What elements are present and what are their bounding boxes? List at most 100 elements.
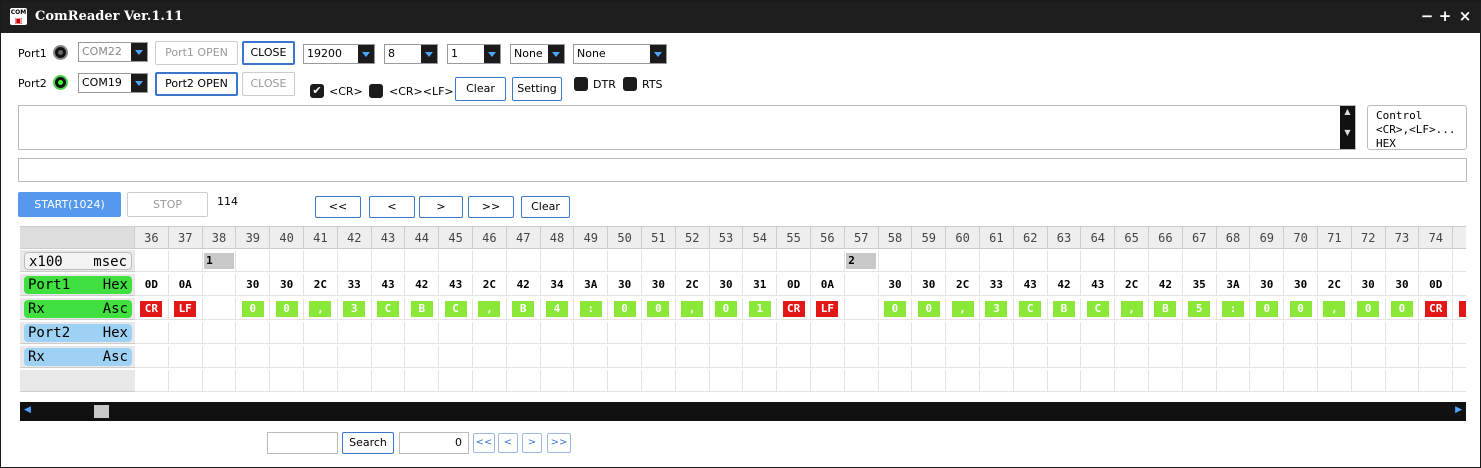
grid-cell[interactable] [1284,370,1318,392]
grid-cell[interactable] [709,250,744,272]
grid-cell[interactable] [506,346,541,368]
grid-cell[interactable] [1351,370,1386,392]
grid-cell[interactable]: B [405,298,440,320]
grid-cell[interactable]: B [1047,298,1082,320]
grid-cell[interactable] [743,250,778,272]
grid-cell[interactable]: 3A [1216,274,1251,296]
grid-cell[interactable] [1013,370,1048,392]
control-chars-button[interactable]: Control <CR>,<LF>... HEX [1367,105,1467,150]
grid-cell[interactable] [1182,370,1217,392]
grid-cell[interactable] [608,346,642,368]
grid-cell[interactable] [371,346,406,368]
status-field[interactable] [18,158,1467,182]
grid-cell[interactable] [473,322,507,344]
scroll-left-icon[interactable]: ◀ [24,405,31,415]
grid-cell[interactable] [743,322,778,344]
search-prev-button[interactable]: < [498,433,518,453]
grid-cell[interactable] [1149,346,1183,368]
grid-cell[interactable] [811,322,845,344]
grid-cell[interactable]: 30 [270,274,304,296]
grid-cell[interactable] [1013,346,1048,368]
grid-cell[interactable] [304,322,338,344]
grid-cell[interactable]: 1 [743,298,778,320]
grid-cell[interactable]: 43 [1081,274,1116,296]
grid-cell[interactable]: 42 [506,274,541,296]
grid-cell[interactable]: 0 [270,298,304,320]
grid-cell[interactable]: 2 [844,250,879,272]
stop-button[interactable]: STOP [127,192,208,217]
scroll-right-icon[interactable]: ▶ [1455,405,1462,415]
grid-cell[interactable] [1182,322,1217,344]
grid-cell[interactable] [1216,346,1251,368]
grid-cell[interactable]: 4 [540,298,575,320]
grid-cell[interactable] [337,250,372,272]
grid-cell[interactable] [574,322,609,344]
grid-cell[interactable] [946,250,980,272]
grid-cell[interactable] [236,250,271,272]
grid-cell[interactable] [946,370,980,392]
grid-cell[interactable] [439,370,473,392]
grid-cell[interactable]: LF [811,298,845,320]
grid-cell[interactable] [1081,322,1116,344]
grid-cell[interactable] [1385,322,1420,344]
grid-cell[interactable]: 30 [709,274,744,296]
grid-cell[interactable] [473,250,507,272]
grid-cell[interactable]: 5 [1182,298,1217,320]
grid-cell[interactable]: , [304,298,338,320]
grid-cell[interactable]: 35 [1182,274,1217,296]
grid-cell[interactable]: 42 [1047,274,1082,296]
grid-cell[interactable] [1216,322,1251,344]
grid-cell[interactable]: B [506,298,541,320]
grid-cell[interactable] [168,250,203,272]
grid-cell[interactable] [1419,322,1454,344]
search-last-button[interactable]: >> [547,433,571,453]
grid-cell[interactable] [1318,346,1352,368]
port2-open-button[interactable]: Port2 OPEN [155,72,238,96]
grid-cell[interactable] [1115,370,1149,392]
grid-cell[interactable] [743,370,778,392]
grid-cell[interactable]: 2C [1115,274,1149,296]
grid-cell[interactable] [844,322,879,344]
grid-cell[interactable]: 30 [608,274,642,296]
grid-cell[interactable] [811,250,845,272]
grid-cell[interactable] [473,346,507,368]
grid-cell[interactable] [912,322,947,344]
grid-cell[interactable]: 1 [202,250,237,272]
grid-cell[interactable]: 3 [980,298,1014,320]
grid-cell[interactable] [1047,370,1082,392]
grid-cell[interactable] [371,322,406,344]
grid-cell[interactable] [946,322,980,344]
grid-cell[interactable] [878,370,913,392]
grid-cell[interactable] [608,370,642,392]
grid-cell[interactable] [1047,250,1082,272]
grid-cell[interactable] [1182,346,1217,368]
grid-cell[interactable]: 30 [912,274,947,296]
grid-cell[interactable] [1115,250,1149,272]
grid-cell[interactable] [608,250,642,272]
grid-cell[interactable] [304,346,338,368]
grid-cell[interactable] [642,250,676,272]
grid-cell[interactable] [1351,250,1386,272]
start-button[interactable]: START(1024) [18,192,121,217]
grid-cell[interactable] [270,322,304,344]
grid-cell[interactable] [202,322,237,344]
grid-cell[interactable] [1318,370,1352,392]
grid-cell[interactable] [709,346,744,368]
minimize-icon[interactable]: − [1419,7,1435,25]
grid-cell[interactable]: 3 [337,298,372,320]
dtr-toggle[interactable] [574,77,588,91]
port1-close-button[interactable]: CLOSE [242,41,295,65]
send-text-area[interactable] [18,105,1356,150]
grid-cell[interactable] [1250,322,1285,344]
grid-cell[interactable] [675,322,710,344]
grid-cell[interactable] [439,322,473,344]
grid-cell[interactable]: CR [777,298,811,320]
grid-cell[interactable] [608,322,642,344]
grid-cell[interactable] [811,346,845,368]
nav-first-button[interactable]: << [315,196,361,218]
grid-cell[interactable] [777,322,811,344]
grid-cell[interactable] [642,322,676,344]
grid-cell[interactable] [878,250,913,272]
grid-cell[interactable] [1318,322,1352,344]
grid-cell[interactable] [743,346,778,368]
